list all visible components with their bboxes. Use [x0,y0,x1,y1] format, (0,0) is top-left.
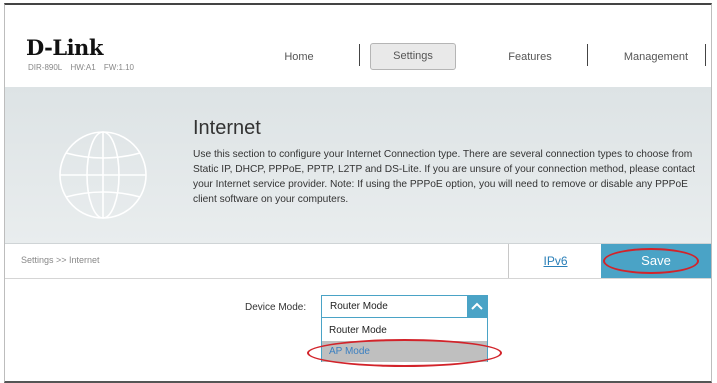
device-mode-value: Router Mode [330,301,388,312]
nav-settings[interactable]: Settings [370,43,456,70]
select-toggle-button[interactable] [467,296,487,317]
action-bar: Settings >> Internet IPv6 Save [5,243,711,279]
chevron-up-icon [471,302,483,310]
breadcrumb: Settings >> Internet [21,255,100,265]
page-banner: Internet Use this section to configure y… [5,87,711,243]
nav-divider [705,44,706,66]
hardware-info: DIR-890L HW:A1 FW:1.10 [28,63,140,72]
device-mode-select[interactable]: Router Mode [321,295,488,318]
hardware-version: HW:A1 [70,63,96,72]
nav-management[interactable]: Management [613,51,699,63]
nav-features[interactable]: Features [495,51,565,63]
router-admin-page: D-Link DIR-890L HW:A1 FW:1.10 Home Setti… [4,3,712,383]
page-title: Internet [193,117,261,139]
header: D-Link DIR-890L HW:A1 FW:1.10 Home Setti… [5,5,711,87]
nav-divider [587,44,588,66]
save-highlight-ring [603,248,699,274]
model-number: DIR-890L [28,63,63,72]
ap-mode-highlight-ring [307,339,502,367]
nav-home[interactable]: Home [261,51,337,63]
dlink-logo: D-Link [26,35,103,60]
ipv6-link[interactable]: IPv6 [508,244,602,278]
nav-divider [359,44,360,66]
globe-icon [59,131,147,219]
page-description: Use this section to configure your Inter… [193,149,696,205]
firmware-version: FW:1.10 [103,63,135,72]
device-mode-label: Device Mode: [245,302,307,313]
option-router-mode[interactable]: Router Mode [322,320,487,341]
